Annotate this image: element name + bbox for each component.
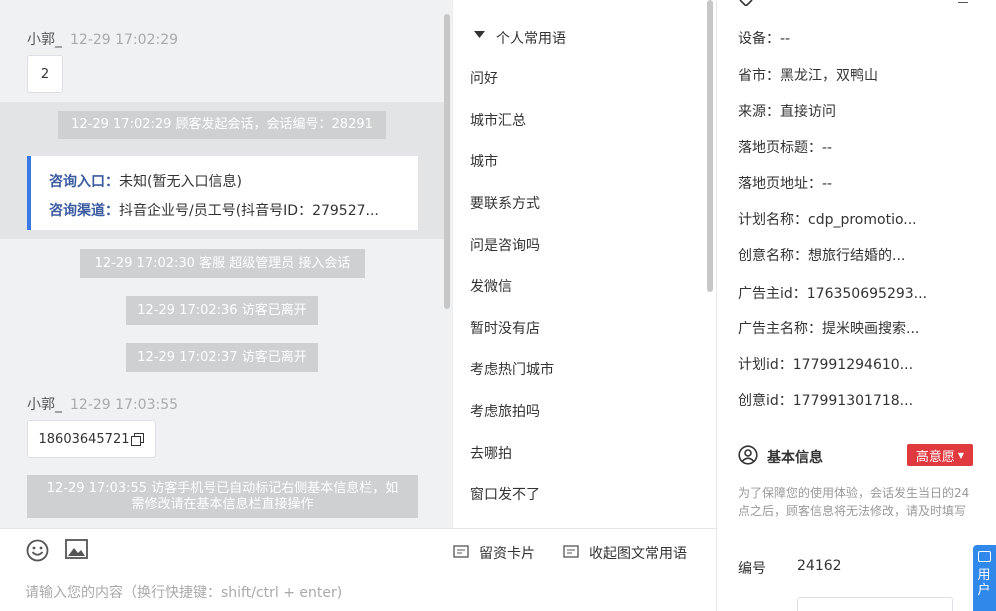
id-value: 24162 (797, 558, 842, 574)
landing-title-field: 落地页标题：-- (738, 140, 833, 156)
consult-info-card: 咨询入口：未知(暂无入口信息) 咨询渠道：抖音企业号/员工号(抖音号ID：279… (27, 156, 418, 230)
system-message: 12-29 17:02:36 访客已离开 (126, 296, 318, 325)
plan-id-field: 计划id：177991294610... (738, 357, 914, 373)
basic-info-title: 基本信息 (767, 450, 823, 466)
source-field: 来源：直接访问 (738, 104, 836, 120)
message-bubble: 18603645721 (27, 420, 156, 458)
user-icon (738, 445, 758, 465)
phrase-item[interactable]: 考虑旅拍吗 (470, 401, 540, 421)
chat-icon (978, 551, 991, 562)
phrases-scrollbar[interactable] (707, 0, 713, 292)
system-message: 12-29 17:02:30 客服 超级管理员 接入会话 (80, 249, 365, 278)
consult-channel-line: 咨询渠道：抖音企业号/员工号(抖音号ID：279527... (49, 197, 418, 226)
user-side-tab[interactable]: 用户 (973, 545, 996, 611)
next-field-input[interactable] (797, 597, 953, 611)
location-icon (737, 0, 755, 6)
notice-text: 为了保障您的使用体验，会话发生当日的24点之后，顾客信息将无法修改，请及时填写 (738, 486, 970, 518)
message-input[interactable]: 请输入您的内容（换行快捷键：shift/ctrl + enter) (25, 582, 342, 602)
caret-down-icon[interactable] (472, 29, 486, 41)
phrase-item[interactable]: 窗口发不了 (470, 484, 540, 504)
emoji-icon[interactable] (25, 538, 49, 562)
message-time: 12-29 17:02:29 (70, 32, 179, 48)
phrase-item[interactable]: 城市 (470, 151, 498, 171)
creative-id-field: 创意id：177991301718... (738, 393, 914, 409)
sender-name: 小郭_ (27, 32, 62, 48)
message-header: 小郭_ 12-29 17:02:29 (27, 29, 178, 49)
system-message: 12-29 17:03:55 访客手机号已自动标记右侧基本信息栏，如需修改请在基… (27, 475, 418, 518)
phrase-icon[interactable] (562, 543, 580, 561)
consult-channel-label: 咨询渠道： (49, 203, 119, 219)
phrase-item[interactable]: 问好 (470, 68, 498, 88)
phrase-group-title[interactable]: 个人常用语 (496, 28, 566, 48)
phrase-item[interactable]: 城市汇总 (470, 110, 526, 130)
plan-name-field: 计划名称：cdp_promotio... (738, 212, 917, 228)
phrase-item[interactable]: 去哪拍 (470, 443, 512, 463)
consult-channel-value: 抖音企业号/员工号(抖音号ID：279527... (119, 203, 379, 219)
collapse-icon[interactable] (958, 0, 968, 3)
consult-entry-line: 咨询入口：未知(暂无入口信息) (49, 168, 418, 197)
lead-card-button[interactable]: 留资卡片 (479, 543, 535, 563)
sender-name: 小郭_ (27, 397, 62, 413)
consult-entry-value: 未知(暂无入口信息) (119, 174, 242, 190)
advertiser-id-field: 广告主id：176350695293... (738, 286, 928, 302)
system-message: 12-29 17:02:29 顾客发起会话，会话编号：28291 (58, 111, 386, 139)
phrase-item[interactable]: 暂时没有店 (470, 318, 540, 338)
phrase-item[interactable]: 考虑热门城市 (470, 359, 554, 379)
collapse-phrases-button[interactable]: 收起图文常用语 (589, 543, 687, 563)
caret-down-icon: ▼ (957, 450, 965, 460)
phrase-item[interactable]: 问是咨询吗 (470, 235, 540, 255)
image-icon[interactable] (64, 538, 88, 560)
consult-entry-label: 咨询入口： (49, 174, 119, 190)
intent-tag-label: 高意愿 (915, 449, 955, 465)
intent-tag-dropdown[interactable]: 高意愿 ▼ (907, 444, 973, 466)
advertiser-name-field: 广告主名称：提米映画搜索... (738, 321, 920, 337)
chat-scrollbar[interactable] (444, 14, 450, 309)
lead-card-icon[interactable] (452, 543, 470, 561)
next-field-label (738, 604, 750, 611)
landing-url-field: 落地页地址：-- (738, 176, 833, 192)
message-bubble: 2 (27, 55, 63, 93)
message-time: 12-29 17:03:55 (70, 397, 179, 413)
side-tab-label: 用户 (977, 568, 991, 598)
phrase-item[interactable]: 要联系方式 (470, 193, 540, 213)
creative-name-field: 创意名称：想旅行结婚的... (738, 248, 906, 264)
phone-number: 18603645721 (38, 431, 130, 447)
system-message: 12-29 17:02:37 访客已离开 (126, 343, 318, 372)
province-field: 省市：黑龙江，双鸭山 (738, 68, 878, 84)
id-label: 编号 (738, 561, 766, 577)
phrase-item[interactable]: 发微信 (470, 276, 512, 296)
message-header: 小郭_ 12-29 17:03:55 (27, 394, 178, 414)
copy-icon[interactable] (131, 432, 145, 446)
device-field: 设备：-- (738, 31, 791, 47)
